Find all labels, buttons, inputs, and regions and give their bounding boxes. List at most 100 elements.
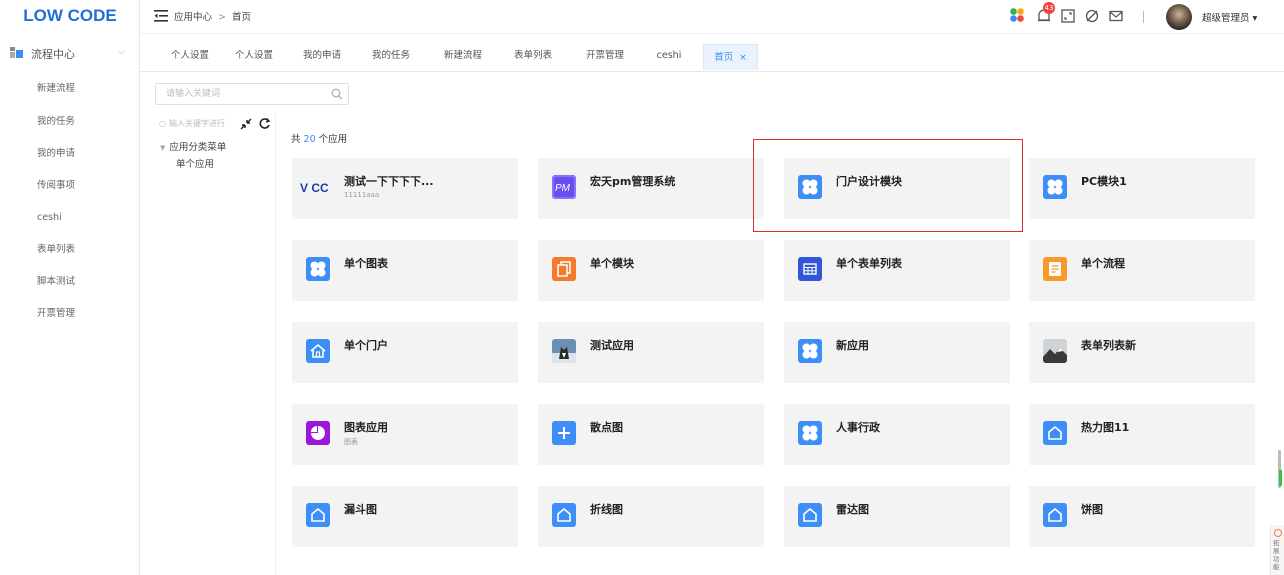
tree-node-single-app[interactable]: 单个应用 [176,156,214,170]
app-card[interactable]: 单个门户 [292,322,518,383]
sidebar-section-flow-center[interactable]: 流程中心 ⌵ [10,45,135,63]
tab-form-list[interactable]: 表单列表 [511,45,555,67]
svg-text:V CC: V CC [300,181,329,195]
tab-home-label: 首页 [714,52,734,63]
app-search-box [155,83,349,105]
header-divider [1143,11,1144,23]
count-prefix: 共 [291,134,301,145]
app-card-subtitle: 11111aaa [344,191,380,199]
app-card-title: 人事行政 [836,421,880,434]
tab-personal-settings-2[interactable]: 个人设置 [232,45,276,67]
sidebar-item-new-flow[interactable]: 新建流程 [0,78,139,100]
close-icon[interactable]: × [739,53,747,63]
sidebar-item-ceshi[interactable]: ceshi [0,207,139,229]
caret-down-icon: ▼ [160,144,166,152]
widget-label: 拓展功能 [1273,539,1280,571]
tree-node-label: 应用分类菜单 [169,142,227,153]
feature-widget[interactable]: 拓展功能 [1270,525,1284,575]
app-card[interactable]: PM 宏天pm管理系统 [538,158,764,219]
search-icon[interactable] [331,88,343,100]
app-card-title: 测试应用 [590,339,634,352]
app-card[interactable]: 人事行政 [784,404,1010,465]
sidebar-item-invoice[interactable]: 开票管理 [0,303,139,325]
tab-bar: 个人设置 个人设置 我的申请 我的任务 新建流程 表单列表 开票管理 ceshi… [140,34,1284,72]
fullscreen-icon[interactable] [1060,8,1076,24]
app-card[interactable]: 折线图 [538,486,764,547]
app-card-subtitle: 图表 [344,438,358,446]
app-card-title: 热力图11 [1081,421,1130,434]
app-card[interactable]: 漏斗图 [292,486,518,547]
tree-node-root[interactable]: ▼ 应用分类菜单 [160,139,226,153]
app-card[interactable]: 单个流程 [1029,240,1255,301]
tab-new-flow[interactable]: 新建流程 [441,45,485,67]
app-card-title: 雷达图 [836,503,869,516]
app-card-title: 饼图 [1081,503,1103,516]
sidebar-item-circulation[interactable]: 传阅事项 [0,175,139,197]
chevron-down-icon: ⌵ [118,47,125,57]
svg-text:PM: PM [555,183,571,194]
search-input[interactable] [156,84,326,104]
sidebar-section-label: 流程中心 [31,48,75,61]
search-icon: ○ [159,119,166,128]
theme-icon[interactable] [1084,8,1100,24]
app-card-title: 表单列表新 [1081,339,1136,352]
dog-photo-icon [552,339,576,363]
count-number: 20 [303,134,316,145]
home-icon [306,339,330,363]
tree-search-input[interactable]: ○ 输入关键字进行 [159,118,245,132]
app-card[interactable]: 饼图 [1029,486,1255,547]
app-card[interactable]: 测试应用 [538,322,764,383]
app-card[interactable]: 散点图 [538,404,764,465]
tab-my-tasks[interactable]: 我的任务 [369,45,413,67]
user-name: 超级管理员 [1202,13,1250,24]
table-grid-icon [798,257,822,281]
form-doc-icon [1043,257,1067,281]
house-outline-icon [306,503,330,527]
notification-badge: 43 [1043,2,1055,14]
app-card[interactable]: 表单列表新 [1029,322,1255,383]
sidebar-item-my-tasks[interactable]: 我的任务 [0,111,139,133]
app-card-title: 图表应用 [344,421,388,434]
sidebar-item-script-test[interactable]: 脚本测试 [0,271,139,293]
plus-icon [552,421,576,445]
tab-invoice[interactable]: 开票管理 [583,45,627,67]
avatar[interactable] [1166,4,1192,30]
four-petal-icon [798,421,822,445]
lowcode-text-icon: V CC [300,175,330,199]
widget-icon [1274,529,1282,537]
app-card[interactable]: 雷达图 [784,486,1010,547]
sidebar-item-form-list[interactable]: 表单列表 [0,239,139,261]
breadcrumb-item[interactable]: 应用中心 [174,12,212,23]
app-card[interactable]: 热力图11 [1029,404,1255,465]
breadcrumb: 应用中心 > 首页 [174,9,251,23]
menu-fold-icon[interactable] [154,10,168,22]
app-card[interactable]: 新应用 [784,322,1010,383]
user-menu[interactable]: 超级管理员 ▾ [1202,10,1257,24]
collapse-icon[interactable] [240,118,252,130]
tab-my-requests[interactable]: 我的申请 [300,45,344,67]
app-card[interactable]: 单个图表 [292,240,518,301]
tab-home[interactable]: 首页 × [703,44,758,70]
app-card[interactable]: PC模块1 [1029,158,1255,219]
mail-icon[interactable] [1108,8,1124,24]
app-card-title: 宏天pm管理系统 [590,175,676,188]
tab-personal-settings[interactable]: 个人设置 [168,45,212,67]
apps-icon[interactable] [1009,7,1025,23]
copy-doc-icon [552,257,576,281]
app-card-title: PC模块1 [1081,175,1127,188]
app-card[interactable]: 单个表单列表 [784,240,1010,301]
scroll-indicator [1279,470,1282,486]
app-card-title: 新应用 [836,339,869,352]
tab-ceshi[interactable]: ceshi [652,45,686,67]
breadcrumb-item: 首页 [231,12,251,23]
app-card[interactable]: V CC 测试一下下下下... 11111aaa [292,158,518,219]
landscape-photo-icon [1043,339,1067,363]
pm-logo-icon: PM [552,175,576,199]
app-card[interactable]: 图表应用 图表 [292,404,518,465]
sidebar-item-my-requests[interactable]: 我的申请 [0,143,139,165]
caret-down-icon: ▾ [1252,13,1258,24]
app-card[interactable]: 单个模块 [538,240,764,301]
app-logo[interactable]: LOW CODE [0,0,140,34]
refresh-icon[interactable] [258,117,271,130]
tree-search-placeholder: 输入关键字进行 [168,119,225,128]
